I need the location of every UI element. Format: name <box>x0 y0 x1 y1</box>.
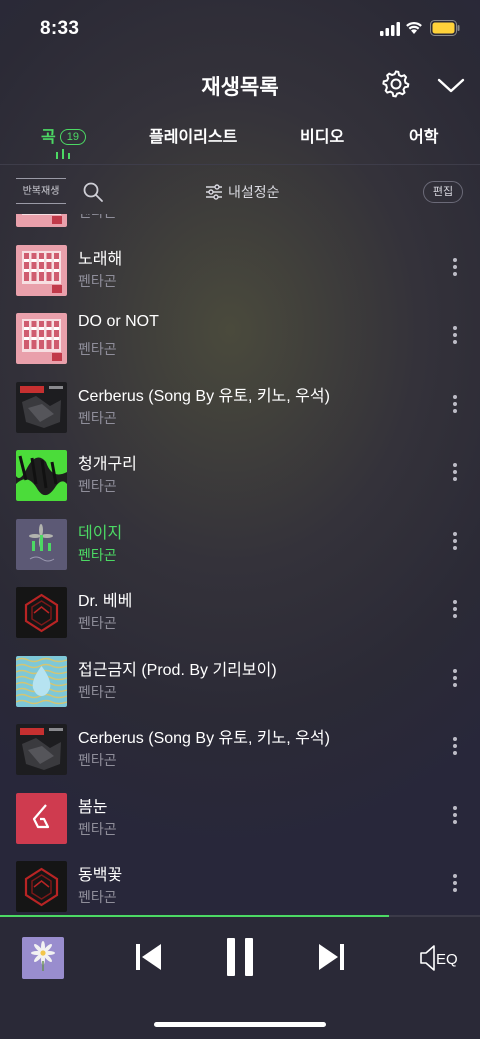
song-artist: 펜타곤 <box>78 546 117 563</box>
album-art <box>16 518 67 570</box>
song-artist: 펜타곤 <box>78 214 117 222</box>
song-artist: 펜타곤 <box>78 478 117 494</box>
song-title: 동백꽃 <box>78 867 123 884</box>
sort-button[interactable]: 내설정순 <box>205 181 280 203</box>
more-options-icon[interactable] <box>446 804 464 826</box>
song-title: Cerberus (Song By 유토, 키노, 우석) <box>78 387 330 405</box>
album-art <box>16 861 67 912</box>
tab-songs-label: 곡 <box>41 129 56 146</box>
repeat-button[interactable]: 반복재생 <box>16 178 66 204</box>
speaker-icon: EQ <box>420 945 458 971</box>
edit-button[interactable]: 편집 <box>423 181 463 203</box>
tab-playlists[interactable]: 플레이리스트 <box>149 123 237 147</box>
album-art <box>16 244 67 296</box>
album-art <box>16 587 67 638</box>
song-artist: 펜타곤 <box>78 683 117 700</box>
equalizer-button[interactable]: EQ <box>418 943 460 973</box>
pause-icon[interactable] <box>224 937 256 977</box>
tab-language[interactable]: 어학 <box>409 123 438 147</box>
album-art <box>16 214 67 227</box>
more-options-icon[interactable] <box>446 530 464 552</box>
more-options-icon[interactable] <box>446 256 464 278</box>
tab-videos[interactable]: 비디오 <box>300 123 344 147</box>
song-artist: 펜타곤 <box>78 820 117 837</box>
divider <box>0 164 480 165</box>
song-row[interactable]: 노래해펜타곤 <box>0 238 480 307</box>
song-title: 노래해 <box>78 250 123 268</box>
list-toolbar: 반복재생 내설정순 편집 <box>0 172 480 212</box>
album-art <box>16 381 67 433</box>
song-row[interactable]: Cerberus (Song By 유토, 키노, 우석) 펜타곤 <box>0 375 480 444</box>
tab-bar: 곡 19 플레이리스트 비디오 어학 <box>0 118 480 164</box>
song-artist: 펜타곤 <box>78 615 117 631</box>
equalizer-indicator-icon <box>56 149 70 159</box>
next-track-icon[interactable] <box>316 941 346 973</box>
album-art <box>16 450 67 501</box>
more-options-icon[interactable] <box>446 735 464 757</box>
song-title: Dr. 베베 <box>78 593 133 610</box>
song-title: 청개구리 <box>78 456 137 473</box>
more-options-icon[interactable] <box>446 461 464 483</box>
song-row[interactable]: 접근금지 (Prod. By 기리보이) 펜타곤 <box>0 649 480 718</box>
song-row[interactable]: 봄눈펜타곤 <box>0 786 480 855</box>
more-options-icon[interactable] <box>446 393 464 415</box>
song-artist: 펜타곤 <box>78 752 117 768</box>
header: 재생목록 <box>0 62 480 108</box>
sort-label: 내설정순 <box>228 184 280 200</box>
more-options-icon[interactable] <box>446 598 464 620</box>
song-row[interactable]: Cerberus (Song By 유토, 키노, 우석) 펜타곤 <box>0 717 480 786</box>
album-art <box>16 313 67 364</box>
song-title: 봄눈 <box>78 798 108 816</box>
cellular-signal-icon <box>380 22 400 36</box>
song-artist: 펜타곤 <box>78 889 117 905</box>
battery-icon <box>430 20 460 36</box>
song-count-badge: 19 <box>59 129 86 145</box>
album-art <box>16 792 67 844</box>
gear-icon[interactable] <box>382 70 410 98</box>
song-title: Cerberus (Song By 유토, 키노, 우석) <box>78 730 330 747</box>
more-options-icon[interactable] <box>446 667 464 689</box>
status-time: 8:33 <box>40 18 80 39</box>
more-options-icon[interactable] <box>446 324 464 346</box>
song-title: DO or NOT <box>78 313 159 330</box>
song-title: 접근금지 (Prod. By 기리보이) <box>78 661 277 679</box>
song-artist: 펜타곤 <box>78 409 117 426</box>
album-art <box>16 655 67 707</box>
song-title: 데이지 <box>78 524 123 542</box>
song-list: 펜타곤노래해펜타곤DO or NOT펜타곤Cerberus (Song By 유… <box>0 214 480 917</box>
chevron-down-icon[interactable] <box>436 74 466 96</box>
song-row[interactable]: 청개구리펜타곤 <box>0 443 480 512</box>
song-row[interactable]: DO or NOT 펜타곤 <box>0 306 480 375</box>
song-artist: 펜타곤 <box>78 272 117 289</box>
now-playing-album-art[interactable] <box>22 937 64 979</box>
eq-label: EQ <box>436 951 458 968</box>
wifi-icon <box>406 21 422 34</box>
search-icon[interactable] <box>82 181 104 203</box>
album-art <box>16 724 67 775</box>
more-options-icon[interactable] <box>446 872 464 894</box>
song-row[interactable]: 동백꽃펜타곤 <box>0 854 480 917</box>
tab-songs[interactable]: 곡 19 <box>41 123 86 147</box>
song-artist: 펜타곤 <box>78 341 117 357</box>
home-indicator <box>154 1022 326 1027</box>
mini-player: EQ <box>0 917 480 1039</box>
song-row[interactable]: Dr. 베베펜타곤 <box>0 580 480 649</box>
song-row[interactable]: 데이지펜타곤 <box>0 512 480 581</box>
status-bar: 8:33 <box>0 0 480 58</box>
sliders-icon <box>206 184 222 200</box>
previous-track-icon[interactable] <box>134 941 164 973</box>
song-row[interactable]: 펜타곤 <box>0 214 480 238</box>
